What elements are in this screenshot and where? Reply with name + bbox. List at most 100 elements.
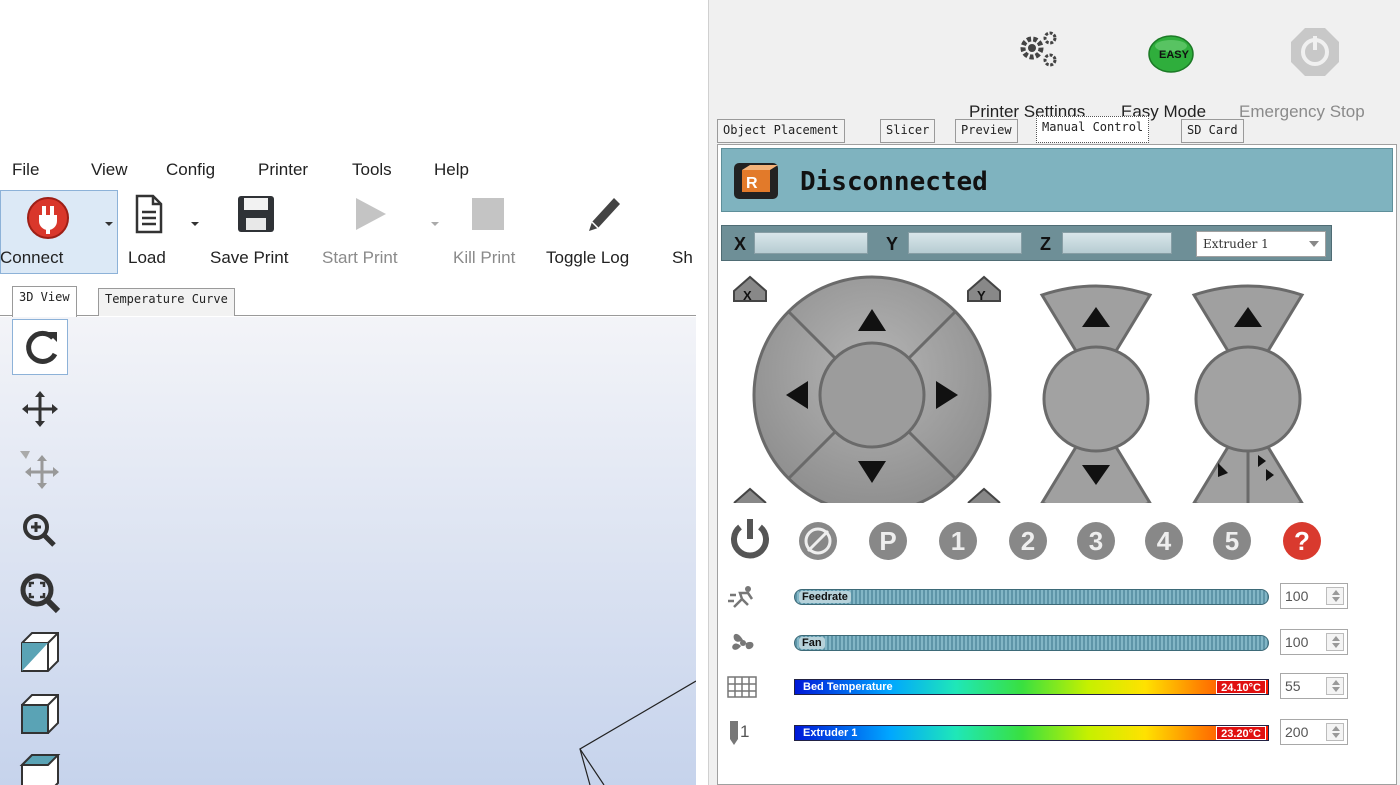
start-print-button[interactable]: Start Print [320, 190, 439, 274]
load-dropdown-icon[interactable] [190, 220, 200, 228]
svg-text:Y: Y [977, 288, 986, 303]
3d-viewport[interactable] [0, 317, 696, 785]
connect-button[interactable]: Connect [0, 190, 118, 274]
tab-object-placement[interactable]: Object Placement [717, 119, 845, 143]
x-position-field [754, 232, 868, 254]
tab-preview[interactable]: Preview [955, 119, 1018, 143]
y-position-field [908, 232, 1022, 254]
fan-spinbox[interactable]: 100 [1280, 629, 1348, 655]
repetier-logo-icon: R [734, 163, 778, 199]
power-plug-icon [27, 197, 69, 239]
svg-text:R: R [746, 175, 758, 192]
connect-dropdown-icon[interactable] [104, 220, 114, 228]
spin-arrows-icon[interactable] [1326, 633, 1344, 651]
preset-3-button[interactable]: 3 [1074, 519, 1118, 563]
feedrate-slider[interactable]: Feedrate [794, 589, 1269, 605]
manual-control-panel: R Disconnected X Y Z Extruder 1 X Y P 1 … [717, 144, 1397, 785]
view-iso-button[interactable] [12, 625, 68, 681]
xy-jog-pad[interactable]: X Y [730, 271, 1010, 503]
tab-sd-card[interactable]: SD Card [1181, 119, 1244, 143]
spin-arrows-icon[interactable] [1326, 587, 1344, 605]
move-view-button[interactable] [12, 381, 68, 437]
save-print-label: Save Print [210, 248, 289, 267]
refresh-icon [26, 330, 58, 364]
spin-arrows-icon[interactable] [1326, 677, 1344, 695]
preset-2-button[interactable]: 2 [1006, 519, 1050, 563]
feedrate-label: Feedrate [799, 591, 851, 603]
extruder-target-value: 200 [1285, 724, 1309, 740]
print-bed-outline [579, 680, 696, 785]
view-top-button[interactable] [12, 747, 68, 785]
bed-target-spinbox[interactable]: 55 [1280, 673, 1348, 699]
floppy-disk-icon [238, 196, 274, 232]
extruder-temperature-slider[interactable]: Extruder 1 23.20°C [794, 725, 1269, 741]
svg-text:3: 3 [1089, 526, 1103, 556]
bed-temperature-slider[interactable]: Bed Temperature 24.10°C [794, 679, 1269, 695]
view-front-button[interactable] [12, 687, 68, 743]
connection-status: Disconnected [800, 167, 988, 197]
move-object-button[interactable] [12, 441, 68, 497]
fit-view-button[interactable] [12, 565, 68, 621]
feedrate-row: Feedrate 100 [718, 581, 1398, 613]
preset-p-button[interactable]: P [866, 519, 910, 563]
right-window: Printer Settings EASY Easy Mode Emergenc… [708, 0, 1400, 785]
pencil-icon [589, 198, 620, 231]
main-toolbar: Connect Load Save Print Start Print Kill… [0, 190, 696, 280]
menu-view[interactable]: View [91, 160, 128, 180]
svg-text:X: X [743, 288, 752, 303]
menu-bar: File View Config Printer Tools Help [0, 150, 696, 190]
menu-file[interactable]: File [12, 160, 39, 180]
preset-1-button[interactable]: 1 [936, 519, 980, 563]
extruder-select[interactable]: Extruder 1 [1196, 231, 1326, 257]
tab-3d-view[interactable]: 3D View [12, 286, 77, 317]
menu-help[interactable]: Help [434, 160, 469, 180]
kill-print-label: Kill Print [453, 248, 516, 267]
svg-text:4: 4 [1157, 526, 1172, 556]
spin-arrows-icon[interactable] [1326, 723, 1344, 741]
fan-slider[interactable]: Fan [794, 635, 1269, 651]
position-bar: X Y Z Extruder 1 [721, 225, 1332, 261]
show-button-clipped[interactable]: Sh [672, 190, 696, 274]
zoom-in-icon [23, 514, 56, 547]
bed-target-value: 55 [1285, 678, 1301, 694]
toggle-log-label: Toggle Log [546, 248, 630, 267]
help-icon[interactable]: ? [1280, 519, 1324, 563]
load-button[interactable]: Load [124, 190, 204, 274]
refresh-view-button[interactable] [12, 319, 68, 375]
easy-mode-button[interactable]: EASY Easy Mode [1121, 20, 1225, 121]
easy-badge-text: EASY [1159, 49, 1189, 61]
tab-manual-control[interactable]: Manual Control [1036, 116, 1150, 143]
z-jog-pad[interactable] [1036, 281, 1156, 503]
save-print-button[interactable]: Save Print [210, 190, 306, 274]
menu-config[interactable]: Config [166, 160, 215, 180]
extruder-temperature-row: 1 Extruder 1 23.20°C 200 [718, 717, 1398, 749]
printer-settings-button[interactable]: Printer Settings [969, 20, 1105, 121]
fan-off-icon[interactable] [796, 519, 840, 563]
fan-value: 100 [1285, 634, 1309, 650]
preset-4-button[interactable]: 4 [1142, 519, 1186, 563]
svg-text:P: P [879, 526, 896, 556]
emergency-stop-button[interactable]: Emergency Stop [1239, 20, 1389, 121]
zoom-in-button[interactable] [12, 503, 68, 559]
menu-tools[interactable]: Tools [352, 160, 392, 180]
bed-temperature-label: Bed Temperature [803, 681, 893, 693]
extruder-target-spinbox[interactable]: 200 [1280, 719, 1348, 745]
extruder-icon-number: 1 [740, 722, 750, 741]
preset-5-button[interactable]: 5 [1210, 519, 1254, 563]
emergency-stop-icon [1291, 28, 1339, 76]
fan-icon [732, 633, 754, 650]
kill-print-button[interactable]: Kill Print [450, 190, 532, 274]
feedrate-spinbox[interactable]: 100 [1280, 583, 1348, 609]
y-axis-label: Y [886, 234, 899, 254]
toggle-log-button[interactable]: Toggle Log [546, 190, 662, 274]
tab-temperature-curve[interactable]: Temperature Curve [98, 288, 235, 316]
power-icon[interactable] [730, 517, 770, 561]
left-tab-bar: 3D View Temperature Curve [0, 286, 696, 317]
start-print-label: Start Print [322, 248, 398, 267]
extruder-jog-pad[interactable] [1188, 281, 1308, 503]
view-front-icon [21, 694, 59, 734]
tab-slicer[interactable]: Slicer [880, 119, 936, 143]
start-print-dropdown-icon[interactable] [430, 220, 440, 228]
svg-text:?: ? [1294, 526, 1310, 556]
menu-printer[interactable]: Printer [258, 160, 308, 180]
